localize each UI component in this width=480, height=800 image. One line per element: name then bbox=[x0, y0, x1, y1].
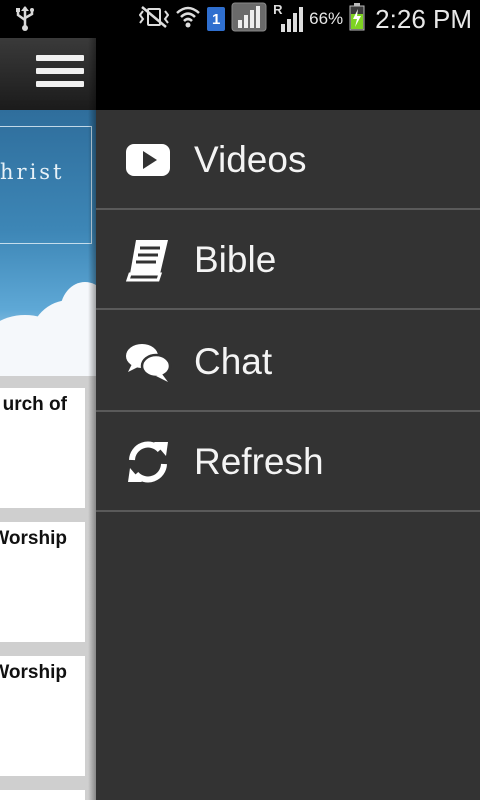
list-item[interactable]: urch of bbox=[0, 388, 85, 508]
hamburger-menu-icon[interactable] bbox=[36, 55, 84, 91]
drawer-header bbox=[96, 38, 480, 110]
menu-label: Chat bbox=[194, 341, 273, 382]
sim-icon: 1 bbox=[207, 7, 226, 31]
list-item[interactable] bbox=[0, 790, 85, 800]
vibrate-icon bbox=[138, 5, 170, 33]
menu-label: Bible bbox=[194, 239, 277, 280]
menu-item-videos[interactable]: Videos bbox=[96, 110, 480, 210]
menu-item-bible[interactable]: Bible bbox=[96, 210, 480, 310]
menu-label: Videos bbox=[194, 139, 307, 180]
church-banner: hrist bbox=[0, 110, 96, 376]
banner-text: hrist bbox=[0, 160, 65, 184]
drawer-shadow bbox=[88, 38, 96, 800]
video-play-icon bbox=[124, 136, 172, 184]
battery-percent: 66% bbox=[309, 9, 344, 28]
book-icon bbox=[124, 236, 172, 284]
card-title: urch of bbox=[2, 394, 67, 415]
banner-frame bbox=[0, 126, 92, 244]
chat-bubbles-icon bbox=[124, 338, 172, 386]
clock: 2:26 PM bbox=[375, 3, 472, 34]
signal-icon bbox=[231, 2, 267, 37]
navigation-drawer: Videos Bible Chat Refresh bbox=[96, 110, 480, 800]
wifi-icon bbox=[175, 5, 201, 34]
background-app-panel[interactable]: hrist urch of Worship Worship bbox=[0, 38, 96, 800]
card-title: Worship bbox=[0, 528, 67, 549]
battery-charging-icon bbox=[349, 2, 365, 36]
usb-icon bbox=[14, 6, 36, 37]
roaming-signal-icon: R bbox=[273, 2, 304, 34]
app-toolbar bbox=[0, 38, 96, 110]
list-item[interactable]: Worship bbox=[0, 522, 85, 642]
refresh-icon bbox=[124, 438, 172, 486]
card-title: Worship bbox=[0, 662, 67, 683]
menu-label: Refresh bbox=[194, 441, 324, 482]
list-item[interactable]: Worship bbox=[0, 656, 85, 776]
menu-item-chat[interactable]: Chat bbox=[96, 312, 480, 412]
status-bar: 1 R 66% 2:26 PM bbox=[0, 0, 480, 38]
menu-item-refresh[interactable]: Refresh bbox=[96, 412, 480, 512]
